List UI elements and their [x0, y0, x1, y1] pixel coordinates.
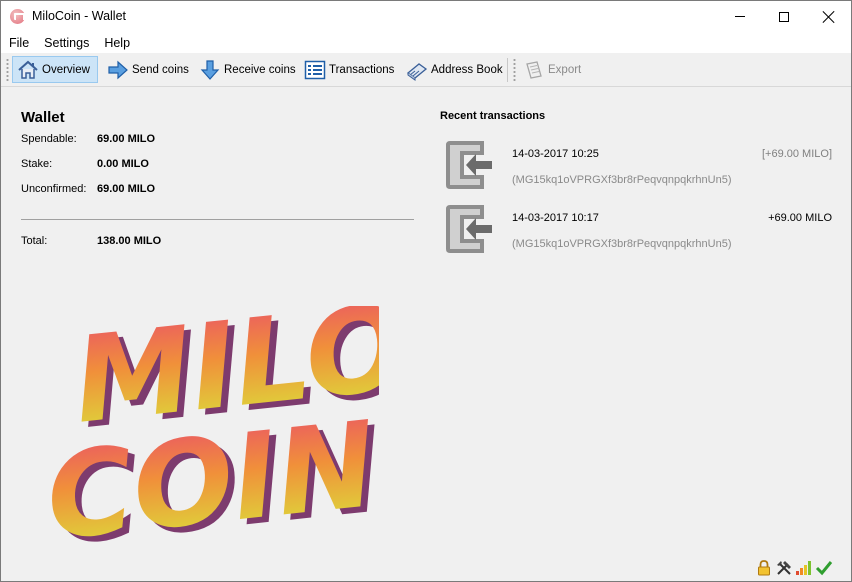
- export-label: Export: [548, 63, 582, 76]
- total-label: Total:: [21, 235, 48, 247]
- export-icon: [523, 59, 545, 81]
- lock-icon[interactable]: [755, 559, 773, 577]
- overview-button[interactable]: Overview: [12, 56, 98, 83]
- stake-value: 0.00 MILO: [97, 158, 149, 170]
- menu-help[interactable]: Help: [96, 36, 137, 50]
- window-title: MiloCoin - Wallet: [32, 9, 127, 23]
- transaction-address: (MG15kq1oVPRGXf3br8rPeqvqnpqkrhnUn5): [512, 238, 732, 250]
- list-icon: [304, 59, 326, 81]
- close-button[interactable]: [806, 1, 852, 32]
- transaction-date: 14-03-2017 10:17: [512, 212, 599, 224]
- transaction-amount: +69.00 MILO: [768, 212, 832, 224]
- overview-label: Overview: [42, 63, 90, 76]
- milocoin-app-icon: [10, 9, 25, 24]
- stake-label: Stake:: [21, 158, 53, 170]
- arrow-right-icon: [107, 59, 129, 81]
- menu-bar: File Settings Help: [1, 32, 851, 53]
- toolbar: Overview Send coins Receive coins Transa…: [1, 53, 851, 87]
- toolbar-grip-2[interactable]: [513, 58, 516, 82]
- send-coins-button[interactable]: Send coins: [103, 56, 193, 83]
- toolbar-grip[interactable]: [6, 58, 9, 82]
- minimize-icon: [735, 16, 745, 17]
- transaction-item[interactable]: 14-03-2017 10:25 [+69.00 MILO] (MG15kq1o…: [440, 139, 835, 199]
- received-transaction-icon: [446, 205, 492, 253]
- summary-divider: [21, 219, 414, 220]
- synced-check-icon[interactable]: [815, 559, 833, 577]
- menu-file[interactable]: File: [1, 36, 36, 50]
- menu-settings[interactable]: Settings: [36, 36, 96, 50]
- transaction-date: 14-03-2017 10:25: [512, 148, 599, 160]
- staking-tools-icon[interactable]: [775, 559, 793, 577]
- address-book-icon: [406, 59, 428, 81]
- maximize-icon: [779, 11, 789, 22]
- toolbar-separator: [507, 58, 508, 82]
- unconfirmed-label: Unconfirmed:: [21, 183, 87, 195]
- receive-coins-button[interactable]: Receive coins: [195, 56, 300, 83]
- milocoin-logo: MILO MILO COIN COIN: [40, 306, 379, 546]
- spendable-value: 69.00 MILO: [97, 133, 156, 145]
- title-bar: MiloCoin - Wallet: [1, 1, 851, 32]
- unconfirmed-value: 69.00 MILO: [97, 183, 156, 195]
- maximize-button[interactable]: [761, 1, 807, 32]
- recent-transactions-title: Recent transactions: [440, 110, 546, 122]
- received-transaction-icon: [446, 141, 492, 189]
- status-bar: [755, 559, 835, 577]
- connections-signal-icon[interactable]: [795, 559, 813, 577]
- arrow-down-icon: [199, 59, 221, 81]
- address-book-button[interactable]: Address Book: [402, 56, 507, 83]
- receive-coins-label: Receive coins: [224, 63, 296, 76]
- transactions-button[interactable]: Transactions: [300, 56, 398, 83]
- spendable-label: Spendable:: [21, 133, 77, 145]
- total-value: 138.00 MILO: [97, 235, 162, 247]
- close-icon: [823, 11, 835, 23]
- transaction-item[interactable]: 14-03-2017 10:17 +69.00 MILO (MG15kq1oVP…: [440, 203, 835, 263]
- transactions-label: Transactions: [329, 63, 395, 76]
- transaction-amount: [+69.00 MILO]: [761, 148, 832, 160]
- address-book-label: Address Book: [431, 63, 503, 76]
- minimize-button[interactable]: [717, 1, 763, 32]
- send-coins-label: Send coins: [132, 63, 189, 76]
- wallet-title: Wallet: [21, 109, 65, 126]
- home-icon: [17, 59, 39, 81]
- export-button[interactable]: Export: [519, 56, 585, 83]
- transaction-address: (MG15kq1oVPRGXf3br8rPeqvqnpqkrhnUn5): [512, 174, 732, 186]
- main-window: MiloCoin - Wallet File Settings Help Ove…: [0, 0, 852, 582]
